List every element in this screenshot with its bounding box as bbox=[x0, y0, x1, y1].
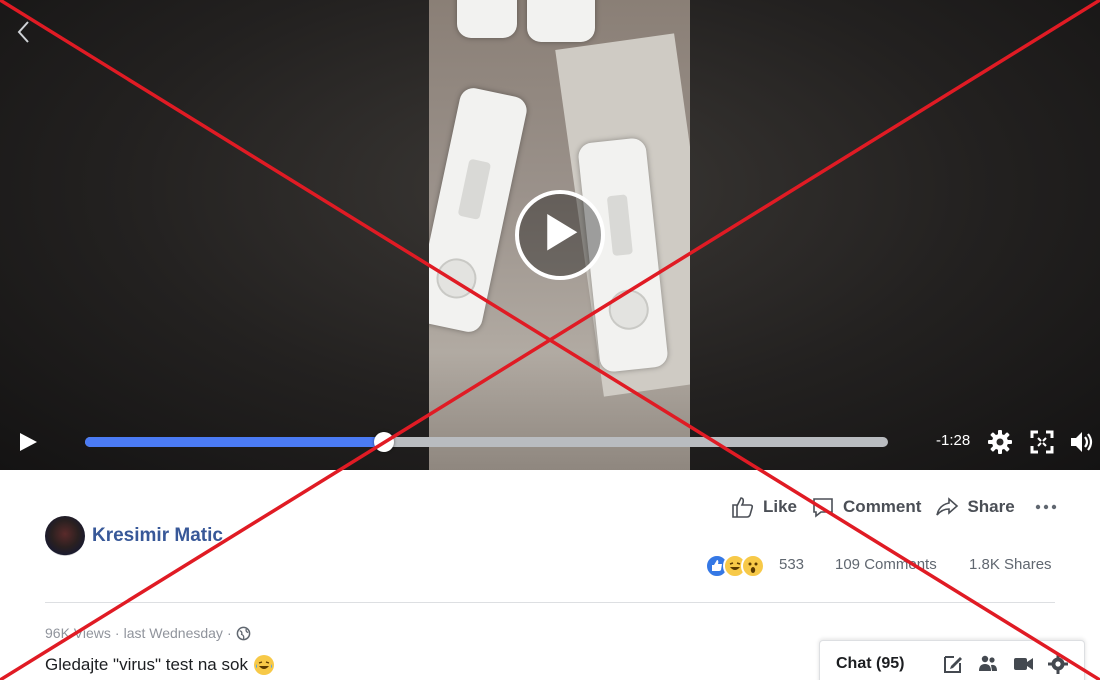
like-button[interactable]: Like bbox=[731, 495, 797, 519]
meta-separator: · bbox=[114, 625, 120, 641]
share-label: Share bbox=[967, 497, 1015, 516]
thumbs-up-icon bbox=[732, 497, 754, 518]
views-count: 96K Views bbox=[45, 625, 111, 641]
video-call-icon[interactable] bbox=[1012, 653, 1034, 675]
comments-count[interactable]: 109 Comments bbox=[835, 556, 937, 578]
fullscreen-icon[interactable] bbox=[1029, 429, 1055, 455]
play-circle-icon[interactable] bbox=[515, 190, 605, 280]
group-contacts-icon[interactable] bbox=[977, 653, 999, 675]
post-meta: 96K Views · last Wednesday · bbox=[45, 625, 251, 641]
avatar[interactable] bbox=[45, 516, 85, 556]
post-author: Kresimir Matic bbox=[45, 516, 223, 556]
post-time[interactable]: last Wednesday bbox=[124, 625, 223, 641]
divider bbox=[45, 602, 1055, 603]
chat-settings-gear-icon[interactable] bbox=[1047, 653, 1069, 675]
gear-icon[interactable] bbox=[987, 429, 1013, 455]
time-remaining: -1:28 bbox=[936, 432, 971, 449]
wow-reaction-icon bbox=[741, 554, 765, 578]
meta-separator: · bbox=[226, 625, 232, 641]
post-actions: Like Comment Share bbox=[731, 492, 1057, 522]
chat-bar[interactable]: Chat (95) bbox=[819, 640, 1085, 680]
seek-bar[interactable] bbox=[85, 432, 888, 452]
like-label: Like bbox=[763, 497, 798, 516]
author-name[interactable]: Kresimir Matic bbox=[92, 525, 223, 547]
comment-label: Comment bbox=[843, 497, 922, 516]
video-player[interactable]: -1:28 bbox=[0, 0, 1100, 470]
share-button[interactable]: Share bbox=[935, 495, 1015, 519]
reactions-summary[interactable] bbox=[705, 554, 765, 578]
seek-handle[interactable] bbox=[373, 432, 394, 452]
comment-icon bbox=[813, 498, 833, 518]
play-icon[interactable] bbox=[16, 430, 40, 454]
comment-button[interactable]: Comment bbox=[811, 495, 921, 519]
seek-progress bbox=[85, 437, 384, 447]
new-message-icon[interactable] bbox=[942, 653, 964, 675]
volume-icon[interactable] bbox=[1068, 429, 1094, 455]
post-caption: Gledajte "virus" test na sok bbox=[45, 655, 274, 675]
globe-icon[interactable] bbox=[236, 626, 251, 641]
share-arrow-icon bbox=[936, 497, 959, 516]
more-dots-icon bbox=[1035, 504, 1056, 510]
chat-label[interactable]: Chat (95) bbox=[836, 655, 904, 673]
shares-count[interactable]: 1.8K Shares bbox=[969, 556, 1052, 578]
more-options-button[interactable] bbox=[1035, 503, 1057, 511]
back-chevron-icon[interactable] bbox=[12, 18, 36, 46]
reaction-count[interactable]: 533 bbox=[779, 556, 804, 578]
page: -1:28 Like Comment Share Kresimir Matic … bbox=[0, 0, 1100, 680]
video-controls: -1:28 bbox=[0, 420, 1100, 464]
caption-text: Gledajte "virus" test na sok bbox=[45, 655, 248, 674]
laughing-tears-emoji-icon bbox=[253, 655, 274, 675]
